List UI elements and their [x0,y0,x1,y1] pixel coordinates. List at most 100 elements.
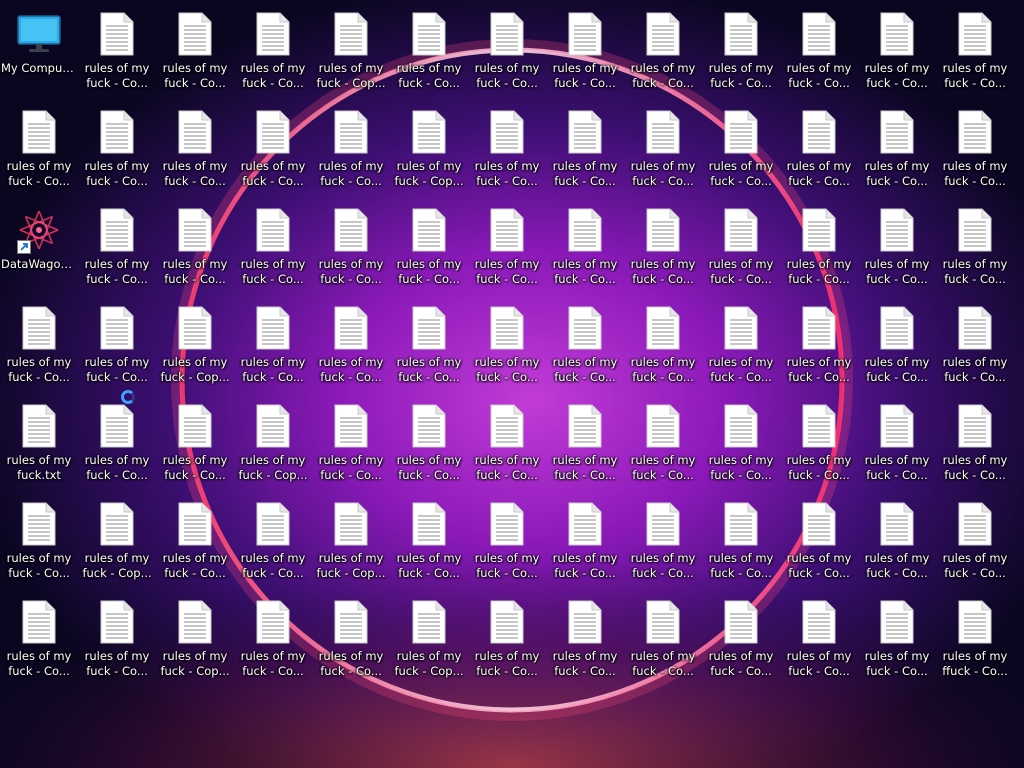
desktop-icon-text-file[interactable]: rules of my fuck - Co... [78,298,156,390]
desktop-icon-text-file[interactable]: rules of my fuck - Co... [780,298,858,390]
desktop-icon-text-file[interactable]: rules of my fuck - Co... [624,396,702,488]
desktop-icon-text-file[interactable]: rules of my fuck - Co... [858,102,936,194]
desktop-icon-text-file[interactable]: rules of my fuck - Co... [156,396,234,488]
desktop-icon-text-file[interactable]: rules of my fuck - Co... [156,102,234,194]
desktop-icon-text-file[interactable]: rules of my fuck - Co... [468,102,546,194]
desktop-icon-text-file[interactable]: rules of my fuck - Co... [312,200,390,292]
desktop-icon-text-file[interactable]: rules of my fuck - Co... [234,298,312,390]
desktop-icon-text-file[interactable]: rules of my fuck - Co... [702,396,780,488]
desktop-icon-text-file[interactable]: rules of my fuck - Co... [780,592,858,684]
desktop-icon-text-file[interactable]: rules of my fuck - Co... [468,200,546,292]
desktop-icon-text-file[interactable]: rules of my fuck - Co... [312,396,390,488]
desktop-icon-text-file[interactable]: rules of my fuck - Co... [702,102,780,194]
desktop-icon-text-file[interactable]: rules of my fuck - Co... [858,494,936,586]
desktop-icon-text-file[interactable]: rules of my fuck - Co... [312,298,390,390]
icon-label: rules of my fuck - Co... [162,453,228,482]
desktop-icon-text-file[interactable]: rules of my fuck - Co... [936,4,1014,96]
desktop-icon-text-file[interactable]: rules of my fuck - Co... [234,200,312,292]
desktop-icon-text-file[interactable]: rules of my fuck - Co... [234,4,312,96]
desktop-icon-text-file[interactable]: rules of my fuck - Cop... [390,102,468,194]
desktop-icon-text-file[interactable]: rules of my fuck - Co... [936,298,1014,390]
desktop-icon-text-file[interactable]: rules of my fuck - Co... [624,4,702,96]
icon-label: rules of my fuck - Co... [942,159,1008,188]
desktop-icon-text-file[interactable]: rules of my fuck - Co... [858,592,936,684]
desktop-icon-text-file[interactable]: rules of my fuck - Co... [234,102,312,194]
desktop-icon-text-file[interactable]: rules of my fuck - Co... [780,200,858,292]
desktop-icon-text-file[interactable]: rules of my fuck - Cop... [390,592,468,684]
desktop-icon-text-file[interactable]: rules of my fuck - Co... [780,4,858,96]
desktop-icon-text-file[interactable]: rules of my fuck - Co... [78,592,156,684]
desktop-icon-text-file[interactable]: rules of my fuck - Co... [624,102,702,194]
desktop-icon-text-file[interactable]: rules of my fuck - Co... [78,396,156,488]
desktop-icon-text-file[interactable]: rules of my fuck - Co... [702,4,780,96]
desktop-icon-text-file[interactable]: rules of my fuck - Co... [858,4,936,96]
desktop-icon-text-file[interactable]: rules of my fuck - Co... [624,494,702,586]
desktop-icon-text-file[interactable]: rules of my fuck - Co... [702,494,780,586]
desktop-icon-text-file[interactable]: rules of my fuck - Co... [0,592,78,684]
desktop-icon-text-file[interactable]: rules of my fuck - Co... [702,592,780,684]
desktop-icon-text-file[interactable]: rules of my fuck - Co... [858,396,936,488]
desktop-icon-text-file[interactable]: rules of my fuck - Co... [390,396,468,488]
desktop-icon-text-file[interactable]: rules of my fuck - Co... [468,4,546,96]
desktop-icon-text-file[interactable]: rules of my fuck - Co... [234,494,312,586]
desktop-icon-text-file[interactable]: rules of my fuck - Co... [312,102,390,194]
desktop-icon-text-file[interactable]: rules of my fuck - Co... [858,200,936,292]
desktop-icon-text-file[interactable]: rules of my fuck - Co... [546,102,624,194]
desktop-icon-text-file[interactable]: rules of my fuck - Co... [936,102,1014,194]
desktop-icon-text-file[interactable]: rules of my fuck - Co... [780,396,858,488]
desktop-icon-text-file[interactable]: rules of my fuck - Co... [624,298,702,390]
desktop-icon-text-file[interactable]: rules of my fuck - Co... [390,4,468,96]
desktop-icon-text-file[interactable]: rules of my fuck - Cop... [156,592,234,684]
desktop-icon-text-file[interactable]: rules of my fuck - Co... [390,200,468,292]
desktop-icon-text-file[interactable]: rules of my fuck - Co... [624,200,702,292]
desktop-icon-text-file[interactable]: rules of my fuck - Co... [468,396,546,488]
icon-label: rules of my fuck - Co... [396,61,462,90]
desktop-icon-text-file[interactable]: rules of my fuck.txt [0,396,78,488]
desktop-icon-text-file[interactable]: rules of my fuck - Co... [0,102,78,194]
desktop-icon-text-file[interactable]: rules of my ffuck - Co... [936,592,1014,684]
text-file-icon [951,10,999,58]
desktop[interactable]: My Computer rules of my fuck - Co... rules … [0,0,1024,768]
desktop-icon-text-file[interactable]: rules of my fuck - Co... [546,396,624,488]
desktop-icon-text-file[interactable]: rules of my fuck - Co... [468,298,546,390]
desktop-icon-text-file[interactable]: rules of my fuck - Co... [0,494,78,586]
desktop-icon-text-file[interactable]: rules of my fuck - Co... [312,592,390,684]
desktop-icon-text-file[interactable]: rules of my fuck - Co... [546,298,624,390]
desktop-icon-text-file[interactable]: rules of my fuck - Co... [156,200,234,292]
desktop-icon-text-file[interactable]: rules of my fuck - Co... [858,298,936,390]
desktop-icon-text-file[interactable]: rules of my fuck - Cop... [312,4,390,96]
desktop-icon-text-file[interactable]: rules of my fuck - Co... [702,200,780,292]
desktop-icon-text-file[interactable]: rules of my fuck - Co... [156,4,234,96]
desktop-icon-text-file[interactable]: rules of my fuck - Co... [702,298,780,390]
desktop-icon-text-file[interactable]: rules of my fuck - Co... [780,102,858,194]
desktop-icon-text-file[interactable]: rules of my fuck - Co... [546,592,624,684]
text-file-icon [327,500,375,548]
desktop-icon-text-file[interactable]: rules of my fuck - Co... [546,494,624,586]
desktop-icon-text-file[interactable]: rules of my fuck - Co... [546,4,624,96]
desktop-icon-text-file[interactable]: rules of my fuck - Co... [936,494,1014,586]
icon-label: rules of my fuck - Co... [552,551,618,580]
desktop-icon-my-computer[interactable]: My Computer [0,4,78,96]
desktop-icon-text-file[interactable]: rules of my fuck - Co... [78,200,156,292]
desktop-icon-text-file[interactable]: rules of my fuck - Cop... [234,396,312,488]
desktop-icon-text-file[interactable]: rules of my fuck - Co... [78,102,156,194]
icon-label: rules of my fuck - Co... [630,61,696,90]
desktop-icon-text-file[interactable]: rules of my fuck - Co... [468,494,546,586]
desktop-icon-text-file[interactable]: rules of my fuck - Co... [78,4,156,96]
desktop-icon-text-file[interactable]: rules of my fuck - Co... [936,200,1014,292]
desktop-icon-text-file[interactable]: rules of my fuck - Co... [546,200,624,292]
desktop-icon-text-file[interactable]: rules of my fuck - Co... [390,298,468,390]
desktop-icon-datawagon-shortcut[interactable]: DataWagon... [0,200,78,292]
desktop-icon-text-file[interactable]: rules of my fuck - Cop... [312,494,390,586]
desktop-icon-text-file[interactable]: rules of my fuck - Co... [156,494,234,586]
desktop-icon-text-file[interactable]: rules of my fuck - Co... [624,592,702,684]
desktop-icon-text-file[interactable]: rules of my fuck - Co... [468,592,546,684]
desktop-icon-text-file[interactable]: rules of my fuck - Co... [780,494,858,586]
desktop-icon-text-file[interactable]: rules of my fuck - Co... [390,494,468,586]
desktop-icon-text-file[interactable]: rules of my fuck - Cop... [156,298,234,390]
desktop-icon-text-file[interactable]: rules of my fuck - Co... [234,592,312,684]
desktop-icon-text-file[interactable]: rules of my fuck - Co... [0,298,78,390]
desktop-icon-text-file[interactable]: rules of my fuck - Co... [936,396,1014,488]
text-file-icon [639,500,687,548]
desktop-icon-text-file[interactable]: rules of my fuck - Cop... [78,494,156,586]
